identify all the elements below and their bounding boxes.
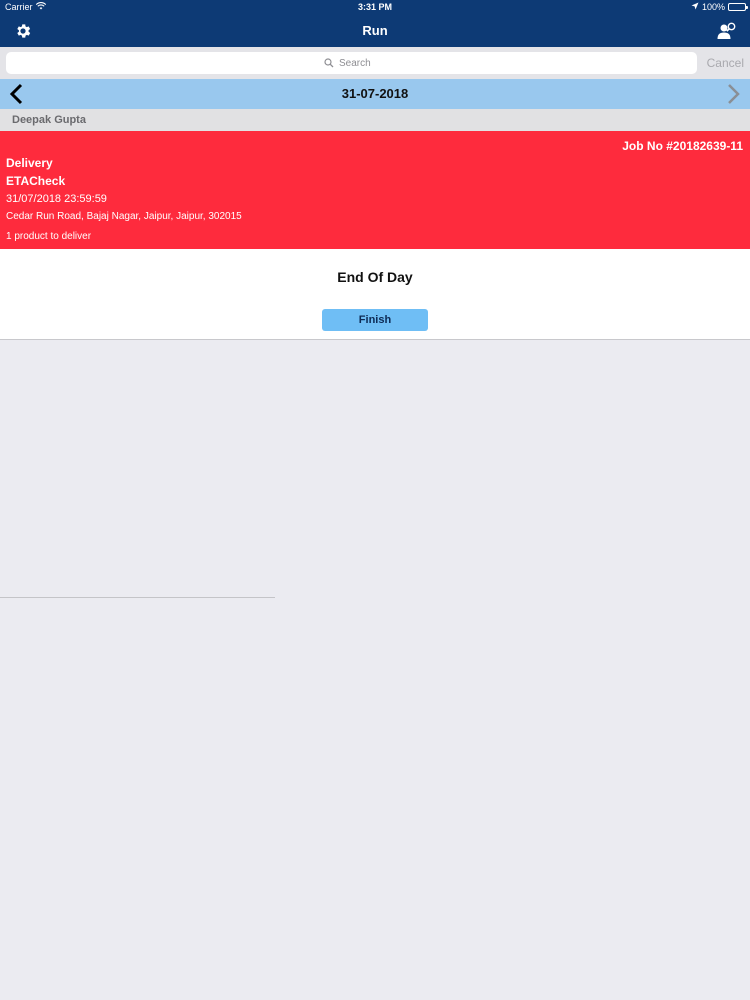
search-icon [324, 58, 334, 68]
location-arrow-icon [691, 0, 699, 14]
job-type: Delivery [6, 156, 53, 170]
battery-icon [728, 3, 748, 11]
chevron-right-icon [728, 84, 740, 104]
finish-button[interactable]: Finish [322, 309, 428, 331]
battery-percent: 100% [701, 2, 725, 12]
page-title: Run [362, 23, 388, 38]
search-box[interactable] [6, 52, 697, 74]
current-date: 31-07-2018 [341, 86, 409, 101]
user-search-icon [717, 22, 736, 39]
job-number: Job No #20182639-11 [622, 139, 743, 153]
job-address: Cedar Run Road, Bajaj Nagar, Jaipur, Jai… [6, 211, 242, 222]
job-eta: ETACheck [6, 174, 66, 188]
end-of-day-title: End Of Day [337, 269, 413, 285]
job-card[interactable]: Job No #20182639-11 Delivery ETACheck 31… [0, 131, 750, 249]
search-area: Cancel [0, 47, 750, 79]
search-input[interactable] [339, 57, 379, 69]
driver-name: Deepak Gupta [0, 109, 750, 131]
next-day-button[interactable] [724, 83, 742, 105]
user-search-button[interactable] [716, 20, 738, 42]
divider [0, 597, 275, 598]
job-products: 1 product to deliver [6, 231, 92, 242]
date-bar: 31-07-2018 [0, 79, 750, 109]
status-right: 100% [691, 0, 748, 14]
nav-bar: Run [0, 14, 750, 47]
end-of-day-section: End Of Day Finish [0, 249, 750, 340]
status-bar: Carrier 3:31 PM 100% [0, 0, 750, 14]
cancel-button[interactable]: Cancel [707, 53, 744, 73]
job-datetime: 31/07/2018 23:59:59 [6, 193, 107, 205]
status-time: 3:31 PM [357, 2, 392, 12]
